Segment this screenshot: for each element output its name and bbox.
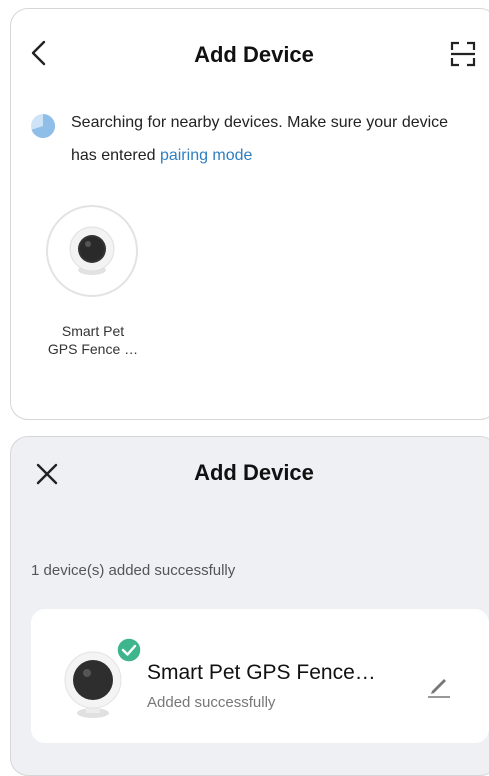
search-status-text-2: has entered pairing mode [71,147,252,165]
camera-icon [69,226,115,275]
searching-spinner-icon [31,113,56,138]
added-count-text: 1 device(s) added successfully [31,562,236,579]
add-device-search-panel: Add Device Searching for nearby devices.… [10,8,489,420]
device-icon-ring [46,205,138,297]
page-title: Add Device [194,42,314,67]
found-device-item[interactable]: Smart Pet GPS Fence … [41,205,145,358]
device-name-line1: Smart Pet [61,323,125,339]
device-name-line2: GPS Fence … [47,341,139,357]
pairing-mode-link[interactable]: pairing mode [160,147,253,164]
device-status: Added successfully [147,694,276,711]
search-status-prefix: has entered [71,147,160,164]
scan-icon[interactable] [449,40,477,68]
added-device-card[interactable]: Smart Pet GPS Fence… Added successfully [31,609,489,743]
search-status-text: Searching for nearby devices. Make sure … [71,114,449,131]
device-name: Smart Pet GPS Fence… [147,661,376,684]
edit-pencil-icon[interactable] [425,671,453,699]
check-badge-icon [116,637,142,663]
add-device-result-panel: Add Device 1 device(s) added successfull… [10,436,489,776]
page-title-2: Add Device [194,460,314,485]
